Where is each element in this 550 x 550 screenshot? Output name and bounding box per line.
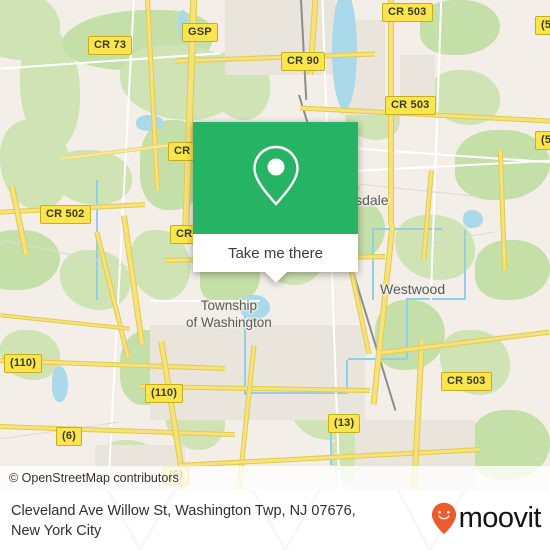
- footer-content: Cleveland Ave Willow St, Washington Twp,…: [0, 490, 550, 550]
- card-action-area[interactable]: Take me there: [193, 234, 358, 283]
- moovit-logo: moovit: [431, 501, 542, 539]
- openstreetmap-attribution: © OpenStreetMap contributors: [9, 471, 179, 485]
- footer-bar: Cleveland Ave Willow St, Washington Twp,…: [0, 490, 550, 550]
- card-icon-area: [193, 122, 358, 234]
- take-me-there-card[interactable]: Take me there: [193, 122, 358, 283]
- moovit-pin-icon: [431, 502, 456, 534]
- place-label: Westwood: [380, 281, 446, 297]
- card-pointer-tail: [264, 272, 287, 283]
- moovit-wordmark: moovit: [458, 501, 542, 534]
- place-label: Township of Washington: [186, 298, 272, 330]
- map-screen: CR 73 GSP CR 90 CR 503 CR 503 (5 (5 CR 502 CR CR(…: [0, 0, 550, 550]
- map-pin-icon: [247, 141, 305, 216]
- address-text: Cleveland Ave Willow St, Washington Twp,…: [11, 503, 356, 539]
- map-canvas[interactable]: CR 73 GSP CR 90 CR 503 CR 503 (5 (5 CR 502 CR CR(…: [0, 0, 550, 490]
- take-me-there-label: Take me there: [227, 244, 324, 262]
- map-attribution-bar: © OpenStreetMap contributors: [0, 466, 550, 490]
